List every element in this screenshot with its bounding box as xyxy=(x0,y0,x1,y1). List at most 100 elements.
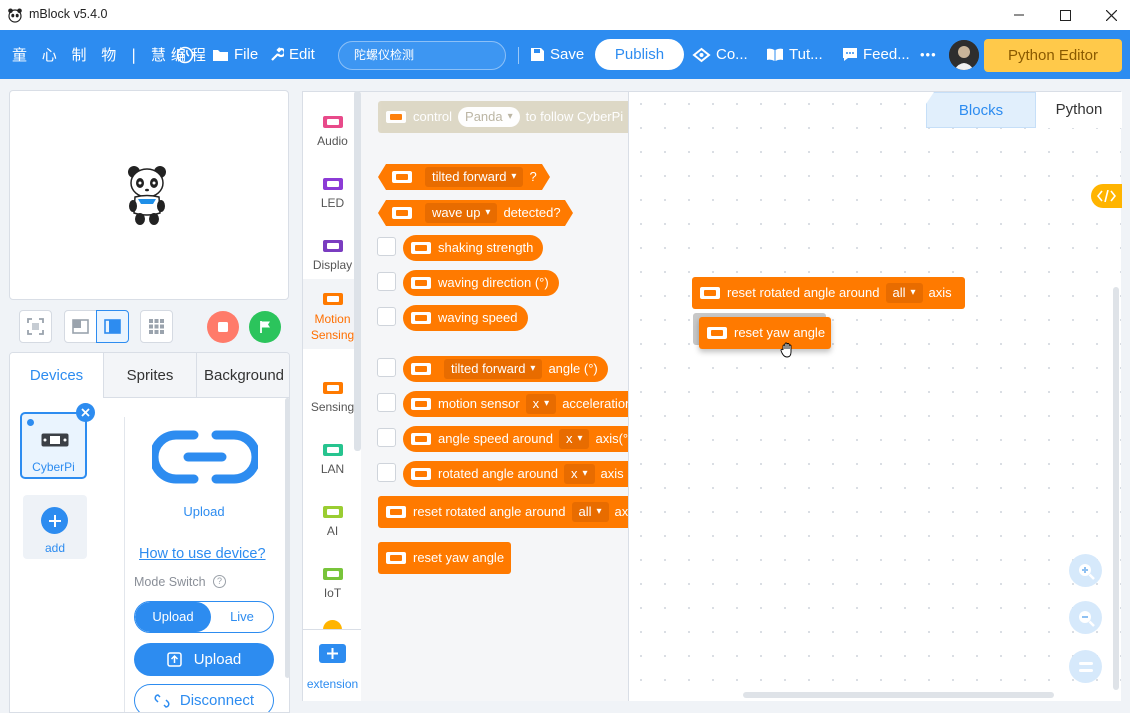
close-window-button[interactable] xyxy=(1088,0,1130,30)
category-led[interactable]: LED xyxy=(303,164,361,224)
book-icon xyxy=(767,48,783,61)
tab-sprites[interactable]: Sprites xyxy=(104,353,197,398)
block-tilted-angle[interactable]: tilted forward angle (°) xyxy=(403,356,608,382)
mode-upload-option[interactable]: Upload xyxy=(135,602,211,632)
zoom-in-button[interactable] xyxy=(1069,554,1102,587)
checkbox-waving-direction[interactable] xyxy=(377,272,396,291)
maximize-button[interactable] xyxy=(1042,0,1088,30)
device-card-cyberpi[interactable]: CyberPi xyxy=(20,412,87,479)
block-motion-sensor[interactable]: motion sensor x acceleration xyxy=(403,391,628,417)
block-shaking-strength[interactable]: shaking strength xyxy=(403,235,544,261)
category-motion-sensing[interactable]: Motion Sensing xyxy=(303,279,361,349)
tab-devices[interactable]: Devices xyxy=(10,353,104,398)
axis-dropdown[interactable]: x xyxy=(563,464,595,484)
block-angle-speed[interactable]: angle speed around x axis(°/s) xyxy=(403,426,628,452)
stage[interactable] xyxy=(9,90,289,300)
axis-dropdown[interactable]: x xyxy=(525,394,557,414)
block-waving-speed[interactable]: waving speed xyxy=(403,305,528,331)
courses-label: Co... xyxy=(716,46,748,63)
block-tilted-forward-bool[interactable]: tilted forward ? xyxy=(378,164,550,190)
file-menu[interactable]: File xyxy=(212,30,258,79)
workspace-block-reset-rotated[interactable]: reset rotated angle around all axis xyxy=(692,277,965,309)
panda-sprite[interactable] xyxy=(126,164,168,226)
block-reset-yaw-angle[interactable]: reset yaw angle xyxy=(378,542,512,574)
block-control-sprite[interactable]: control Panda to follow CyberPi xyxy=(378,101,628,133)
tilt-dropdown[interactable]: tilted forward xyxy=(444,359,543,379)
devices-scrollbar[interactable] xyxy=(285,398,290,678)
axis-dropdown[interactable]: all xyxy=(885,283,923,303)
block-reset-rotated-angle[interactable]: reset rotated angle around all axis xyxy=(378,496,628,528)
save-button[interactable]: Save xyxy=(530,30,584,79)
zoom-out-button[interactable] xyxy=(1069,601,1102,634)
axis-dropdown[interactable]: x xyxy=(558,429,590,449)
tutorials-menu[interactable]: Tut... xyxy=(766,30,823,79)
category-display[interactable]: Display xyxy=(303,226,361,286)
category-sensing[interactable]: Sensing xyxy=(303,368,361,428)
user-avatar[interactable] xyxy=(949,40,979,70)
add-device-button[interactable]: add xyxy=(23,495,87,559)
how-to-use-link[interactable]: How to use device? xyxy=(139,546,266,562)
edit-menu[interactable]: Edit xyxy=(269,30,315,79)
workspace-vertical-scrollbar[interactable] xyxy=(1113,287,1119,690)
script-workspace[interactable] xyxy=(628,91,1121,701)
grid-view-button[interactable] xyxy=(140,310,173,343)
feedback-menu[interactable]: Feed... xyxy=(842,30,910,79)
large-stage-icon xyxy=(104,319,121,334)
block-waving-direction[interactable]: waving direction (°) xyxy=(403,270,559,296)
upload-button[interactable]: Upload xyxy=(134,643,274,676)
courses-menu[interactable]: Co... xyxy=(692,30,748,79)
green-flag-button[interactable] xyxy=(249,311,281,343)
workspace-horizontal-scrollbar[interactable] xyxy=(743,692,1054,698)
disconnect-button[interactable]: Disconnect xyxy=(134,684,274,712)
checkbox-tilted-angle[interactable] xyxy=(377,358,396,377)
tilt-direction-dropdown[interactable]: tilted forward xyxy=(425,167,523,187)
checkbox-waving-speed[interactable] xyxy=(377,307,396,326)
checkbox-shaking-strength[interactable] xyxy=(377,237,396,256)
category-audio[interactable]: Audio xyxy=(303,102,361,162)
publish-button[interactable]: Publish xyxy=(595,39,684,70)
tab-blocks[interactable]: Blocks xyxy=(926,92,1036,128)
sprite-dropdown[interactable]: Panda xyxy=(458,107,520,127)
category-ai[interactable]: AI xyxy=(303,492,361,552)
more-menu[interactable]: ••• xyxy=(920,30,937,79)
wave-direction-dropdown[interactable]: wave up xyxy=(425,203,497,223)
remove-device-button[interactable] xyxy=(76,403,95,422)
checkbox-rotated-angle[interactable] xyxy=(377,463,396,482)
selected-indicator xyxy=(27,419,34,426)
globe-icon xyxy=(176,46,194,63)
block-chip-icon xyxy=(707,327,727,339)
category-iot[interactable]: IoT xyxy=(303,554,361,614)
tab-python[interactable]: Python xyxy=(1036,92,1122,128)
language-button[interactable] xyxy=(176,30,199,79)
checkbox-motion-sensor[interactable] xyxy=(377,393,396,412)
stop-icon xyxy=(218,322,228,332)
upload-button-label: Upload xyxy=(193,651,242,668)
tab-background[interactable]: Background xyxy=(197,353,289,398)
mode-live-option[interactable]: Live xyxy=(211,602,273,632)
python-editor-button[interactable]: Python Editor xyxy=(984,39,1122,72)
project-name-input[interactable]: 陀螺仪检测 xyxy=(338,41,506,70)
checkbox-angle-speed[interactable] xyxy=(377,428,396,447)
block-rotated-angle[interactable]: rotated angle around x axis (°) xyxy=(403,461,628,487)
category-scrollbar[interactable] xyxy=(354,91,361,451)
help-icon[interactable]: ? xyxy=(213,575,226,588)
block-chip-icon xyxy=(411,468,431,480)
block-wave-detected-bool[interactable]: wave up detected? xyxy=(378,200,573,226)
category-lan[interactable]: LAN xyxy=(303,430,361,490)
code-toggle-button[interactable] xyxy=(1091,184,1122,208)
small-stage-button[interactable] xyxy=(64,310,97,343)
device-name: CyberPi xyxy=(32,460,75,474)
category-label: Sensing xyxy=(310,400,355,414)
extension-button[interactable]: extension xyxy=(303,629,361,701)
stop-button[interactable] xyxy=(207,311,239,343)
fullscreen-button[interactable] xyxy=(19,310,52,343)
category-label: Audio xyxy=(317,134,348,148)
minimize-button[interactable] xyxy=(996,0,1042,30)
block-chip-icon xyxy=(411,242,431,254)
mode-switch-toggle[interactable]: Upload Live xyxy=(134,601,274,633)
zoom-reset-button[interactable] xyxy=(1069,650,1102,683)
axis-dropdown[interactable]: all xyxy=(571,502,609,522)
large-stage-button[interactable] xyxy=(96,310,129,343)
workspace-block-reset-yaw-dragging[interactable]: reset yaw angle xyxy=(699,317,832,349)
minimize-icon xyxy=(1014,14,1024,16)
